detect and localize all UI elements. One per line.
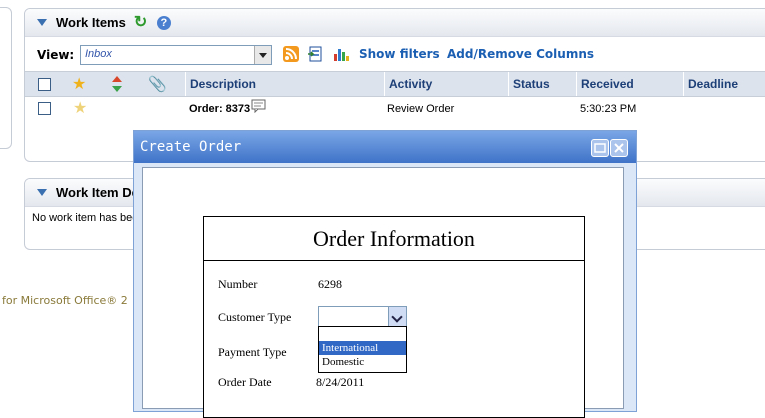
maximize-icon[interactable] xyxy=(591,139,609,157)
form-title: Order Information xyxy=(204,217,584,261)
dialog-title: Create Order xyxy=(140,139,242,155)
customer-type-option-blank[interactable] xyxy=(319,327,406,341)
star-column-icon[interactable]: ★ xyxy=(72,74,86,94)
grid-header: ★ 📎 Description Activity Status Received… xyxy=(25,71,765,97)
show-filters-link[interactable]: Show filters xyxy=(359,47,440,61)
customer-type-options: International Domestic xyxy=(318,326,407,373)
footer-text: for Microsoft Office® 2 xyxy=(2,294,128,307)
customer-type-label: Customer Type xyxy=(218,310,292,324)
rss-icon[interactable] xyxy=(283,46,299,62)
column-header-received[interactable]: Received xyxy=(576,72,683,96)
view-select-value: Inbox xyxy=(85,48,112,60)
work-item-details-title: Work Item Det xyxy=(56,185,144,200)
attachment-column-icon[interactable]: 📎 xyxy=(148,75,167,93)
table-row[interactable]: ★ Order: 8373 Review Order 5:30:23 PM xyxy=(25,96,765,120)
priority-column-icon[interactable] xyxy=(110,75,124,96)
row-star-icon[interactable]: ★ xyxy=(73,98,87,118)
row-received: 5:30:23 PM xyxy=(580,103,637,115)
column-header-deadline[interactable]: Deadline xyxy=(683,72,765,96)
column-header-description[interactable]: Description xyxy=(185,72,385,96)
collapse-triangle-icon[interactable] xyxy=(37,19,47,26)
help-icon[interactable]: ? xyxy=(156,15,171,30)
row-activity: Review Order xyxy=(387,103,455,115)
chart-icon[interactable] xyxy=(332,45,349,61)
work-items-header: Work Items ↻ ? xyxy=(25,9,765,37)
customer-type-dropdown-button[interactable] xyxy=(388,307,406,326)
payment-type-label: Payment Type xyxy=(218,345,287,359)
order-date-value: 8/24/2011 xyxy=(316,375,365,389)
view-select-dropdown-button[interactable] xyxy=(254,46,271,64)
customer-type-option-international[interactable]: International xyxy=(319,341,406,355)
row-checkbox[interactable] xyxy=(38,102,51,115)
order-form: Order Information Number 6298 Customer T… xyxy=(203,216,585,418)
view-label: View: xyxy=(37,48,75,62)
column-header-status[interactable]: Status xyxy=(508,72,576,96)
number-value: 6298 xyxy=(318,277,342,291)
column-header-activity[interactable]: Activity xyxy=(384,72,508,96)
export-icon[interactable] xyxy=(307,45,323,62)
details-message: No work item has bee xyxy=(32,212,139,224)
close-icon[interactable] xyxy=(610,139,628,157)
refresh-icon[interactable]: ↻ xyxy=(134,14,150,31)
select-all-checkbox[interactable] xyxy=(38,78,51,91)
customer-type-option-domestic[interactable]: Domestic xyxy=(319,355,406,369)
dialog-content: Order Information Number 6298 Customer T… xyxy=(142,167,624,418)
create-order-dialog: Create Order Order Information Number 62… xyxy=(133,130,637,418)
view-toolbar: View: xyxy=(37,45,74,65)
add-remove-columns-link[interactable]: Add/Remove Columns xyxy=(447,47,594,61)
dialog-title-bar[interactable]: Create Order xyxy=(134,131,636,163)
work-items-title: Work Items xyxy=(56,15,126,30)
customer-type-select[interactable] xyxy=(318,306,407,327)
number-label: Number xyxy=(218,277,258,291)
left-panel-edge xyxy=(0,7,12,149)
row-description[interactable]: Order: 8373 xyxy=(189,103,250,115)
order-date-label: Order Date xyxy=(218,375,272,389)
view-select[interactable]: Inbox xyxy=(80,45,272,65)
comment-icon[interactable] xyxy=(251,99,267,116)
details-collapse-triangle-icon[interactable] xyxy=(37,189,47,196)
